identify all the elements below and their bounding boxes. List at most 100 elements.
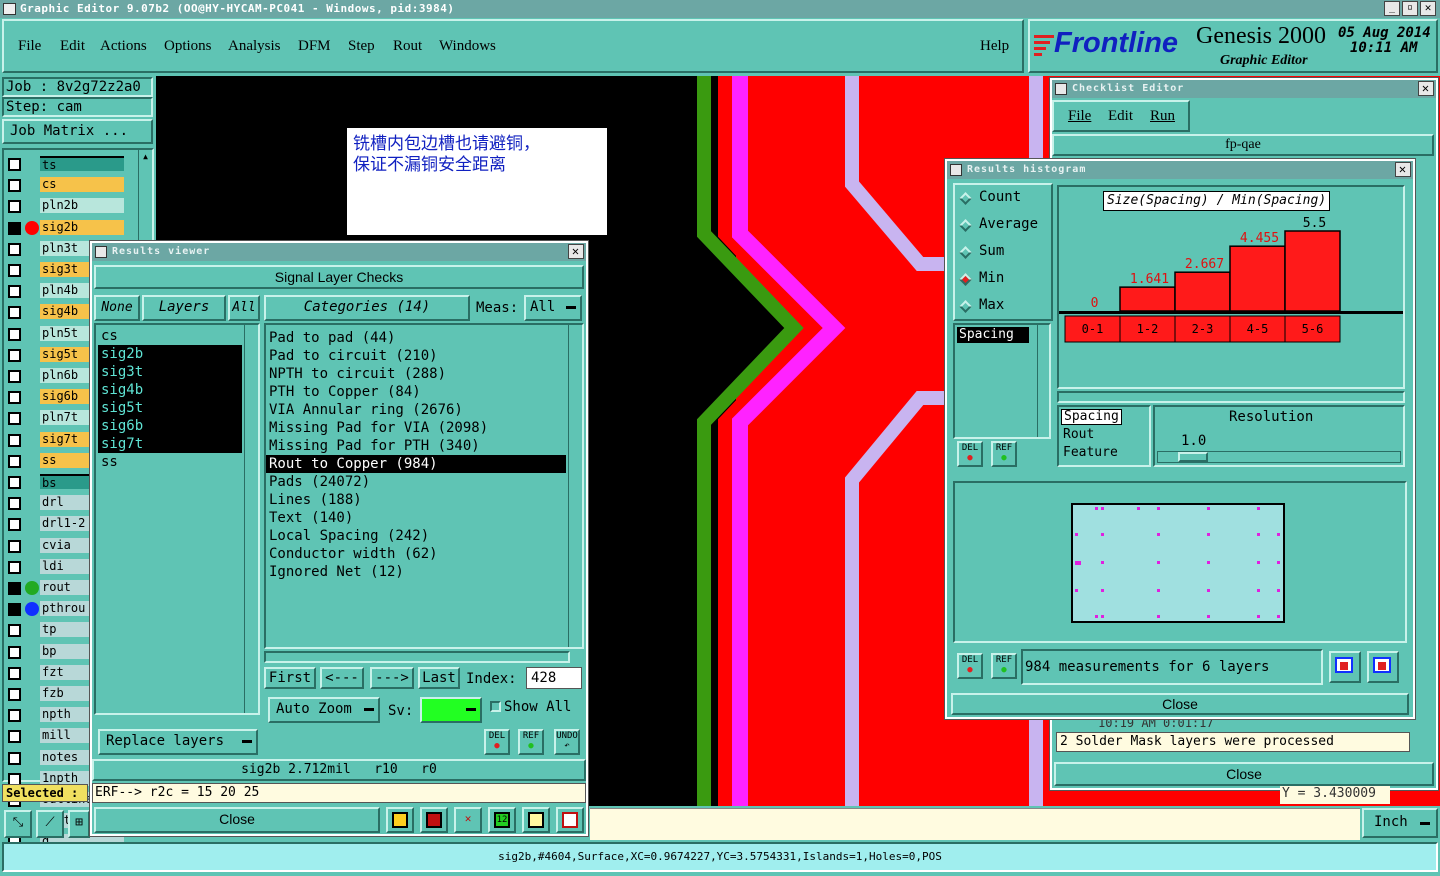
layer-filter-item[interactable]: sig5t bbox=[98, 399, 242, 417]
index-input[interactable]: 428 bbox=[526, 667, 582, 689]
checklist-editor-close-icon[interactable]: ✕ bbox=[1418, 81, 1434, 96]
preview-del-button[interactable]: DEL ● bbox=[957, 653, 983, 679]
next-button[interactable]: ---> bbox=[370, 667, 414, 689]
layer-checkbox[interactable] bbox=[8, 688, 21, 701]
radio-diamond-icon[interactable] bbox=[959, 246, 972, 259]
categories-button[interactable]: Categories (14) bbox=[264, 295, 470, 321]
layer-checkbox[interactable] bbox=[8, 666, 21, 680]
sv-color-dropdown[interactable] bbox=[420, 697, 482, 723]
histogram-list-scrollbar[interactable] bbox=[1037, 325, 1049, 437]
restore-button[interactable]: ▫ bbox=[1402, 1, 1418, 16]
layer-filter-item[interactable]: sig3t bbox=[98, 363, 242, 381]
category-item[interactable]: Lines (188) bbox=[266, 491, 566, 509]
category-item[interactable]: Missing Pad for PTH (340) bbox=[266, 437, 566, 455]
tool-graphic-button[interactable] bbox=[386, 807, 414, 833]
histogram-close-button[interactable]: Close bbox=[951, 693, 1409, 715]
layer-label[interactable]: sig2b bbox=[40, 219, 124, 235]
layer-checkbox[interactable] bbox=[8, 327, 21, 341]
layer-checkbox[interactable] bbox=[8, 348, 21, 362]
results-viewer-close-button[interactable]: Close bbox=[94, 807, 380, 833]
layer-checkbox[interactable] bbox=[8, 709, 21, 723]
layer-checkbox[interactable] bbox=[8, 751, 21, 765]
layer-checkbox[interactable] bbox=[8, 645, 21, 659]
measure-tool-button[interactable]: ⟋ bbox=[36, 810, 64, 838]
tool-histogram-button[interactable] bbox=[556, 807, 584, 833]
layer-label[interactable]: pln2b bbox=[40, 198, 124, 214]
menu-step[interactable]: Step bbox=[348, 38, 375, 55]
layer-checkbox[interactable] bbox=[8, 158, 21, 171]
layer-filter-item[interactable]: sig2b bbox=[98, 345, 242, 363]
layer-row-sig2b[interactable]: sig2b bbox=[6, 219, 124, 236]
category-item[interactable]: Local Spacing (242) bbox=[266, 527, 566, 545]
category-item[interactable]: NPTH to circuit (288) bbox=[266, 365, 566, 383]
tool-count-button[interactable]: 12 bbox=[488, 807, 516, 833]
layer-row-ts[interactable]: ts bbox=[6, 156, 124, 172]
radio-diamond-icon[interactable] bbox=[959, 300, 972, 313]
histogram-bar[interactable] bbox=[1229, 245, 1286, 312]
histogram-ref-button[interactable]: REF ● bbox=[991, 441, 1017, 467]
category-item[interactable]: Pad to pad (44) bbox=[266, 329, 566, 347]
layer-filter-item[interactable]: sig6b bbox=[98, 417, 242, 435]
first-button[interactable]: First bbox=[264, 667, 316, 689]
layer-checkbox[interactable] bbox=[8, 391, 21, 405]
histogram-bar[interactable] bbox=[1119, 286, 1176, 312]
radio-diamond-icon[interactable] bbox=[959, 219, 972, 232]
rv-del-button[interactable]: DEL ● bbox=[484, 729, 510, 755]
tool-report-button[interactable] bbox=[420, 807, 448, 833]
histogram-list-item[interactable]: Spacing bbox=[957, 327, 1029, 343]
pan-tool-button[interactable]: ⤡ bbox=[4, 810, 32, 838]
layer-checkbox[interactable] bbox=[8, 497, 21, 511]
layer-filter-item[interactable]: ss bbox=[98, 453, 242, 471]
layer-checkbox[interactable] bbox=[8, 454, 21, 468]
layer-filter-item[interactable]: cs bbox=[98, 327, 242, 345]
layer-filter-item[interactable]: sig7t bbox=[98, 435, 242, 453]
layer-checkbox[interactable] bbox=[8, 200, 21, 214]
category-item[interactable]: Pads (24072) bbox=[266, 473, 566, 491]
category-item[interactable]: Conductor width (62) bbox=[266, 545, 566, 563]
tool-notes-button[interactable] bbox=[522, 807, 550, 833]
type-feature[interactable]: Feature bbox=[1063, 445, 1118, 460]
layer-checkbox[interactable] bbox=[8, 624, 21, 638]
layer-checkbox[interactable] bbox=[8, 476, 21, 489]
histogram-bar[interactable] bbox=[1174, 271, 1231, 312]
job-matrix-button[interactable]: Job Matrix ... bbox=[2, 119, 153, 144]
import-chart-button[interactable] bbox=[1367, 651, 1399, 683]
category-item[interactable]: Missing Pad for VIA (2098) bbox=[266, 419, 566, 437]
none-button[interactable]: None bbox=[94, 295, 140, 321]
layer-checkbox[interactable] bbox=[8, 433, 21, 447]
menu-dfm[interactable]: DFM bbox=[298, 38, 331, 55]
layer-checkbox[interactable] bbox=[8, 242, 21, 256]
menu-options[interactable]: Options bbox=[164, 38, 212, 55]
menu-windows[interactable]: Windows bbox=[439, 38, 496, 55]
categories-vscroll[interactable] bbox=[568, 325, 582, 647]
rv-undo-button[interactable]: UNDO ↶ bbox=[554, 729, 580, 755]
layer-checkbox[interactable] bbox=[8, 264, 21, 277]
last-button[interactable]: Last bbox=[418, 667, 460, 689]
show-all-checkbox[interactable] bbox=[490, 701, 501, 712]
replace-layers-button[interactable]: Replace layers bbox=[98, 729, 258, 755]
layer-checkbox[interactable] bbox=[8, 603, 21, 617]
all-button[interactable]: All bbox=[228, 295, 260, 321]
layer-checkbox[interactable] bbox=[8, 285, 21, 299]
layer-row-cs[interactable]: cs bbox=[6, 177, 124, 193]
tool-ref-button[interactable]: ✕ bbox=[454, 807, 482, 833]
rv-ref-button[interactable]: REF ● bbox=[518, 729, 544, 755]
prev-button[interactable]: <--- bbox=[320, 667, 364, 689]
layer-row-pln2b[interactable]: pln2b bbox=[6, 198, 124, 214]
menu-edit[interactable]: Edit bbox=[60, 38, 85, 55]
layer-checkbox[interactable] bbox=[8, 582, 21, 595]
layer-checkbox[interactable] bbox=[8, 221, 21, 235]
category-item[interactable]: Pad to circuit (210) bbox=[266, 347, 566, 365]
menu-actions[interactable]: Actions bbox=[100, 38, 147, 55]
close-app-button[interactable]: ✕ bbox=[1420, 1, 1436, 16]
checklist-menu-run[interactable]: Run bbox=[1150, 108, 1175, 125]
checklist-close-button[interactable]: Close bbox=[1054, 762, 1434, 786]
radio-diamond-icon[interactable] bbox=[959, 273, 972, 286]
results-viewer-close-icon[interactable]: ✕ bbox=[568, 244, 584, 259]
meas-dropdown[interactable]: All bbox=[524, 295, 582, 321]
layer-checkbox[interactable] bbox=[8, 412, 21, 426]
menu-rout[interactable]: Rout bbox=[393, 38, 422, 55]
type-spacing[interactable]: Spacing bbox=[1061, 409, 1122, 425]
histogram-del-button[interactable]: DEL ● bbox=[957, 441, 983, 467]
menu-help[interactable]: Help bbox=[980, 38, 1009, 55]
